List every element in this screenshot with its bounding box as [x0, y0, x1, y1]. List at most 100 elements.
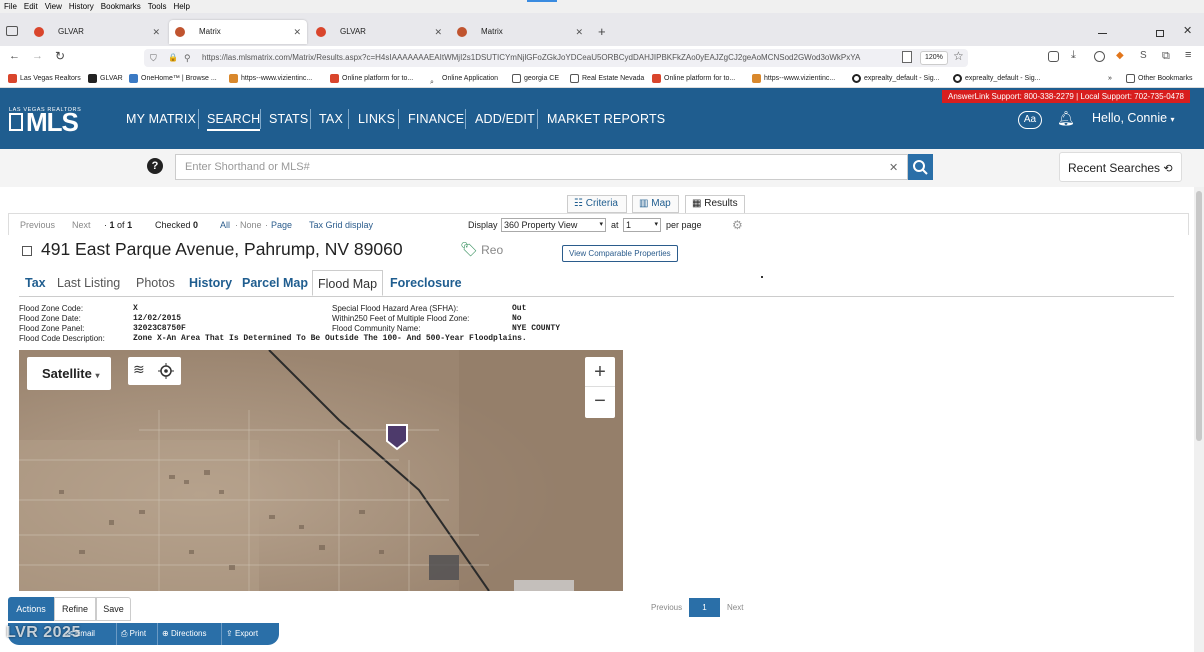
display-select[interactable]: 360 Property View ▾ [501, 218, 606, 232]
close-tab-icon[interactable]: ✕ [575, 20, 583, 44]
text-size-button[interactable]: Aa [1018, 111, 1042, 129]
close-tab-icon[interactable]: ✕ [434, 20, 442, 44]
menu-file[interactable]: File [4, 0, 17, 13]
tab-flood-map[interactable]: Flood Map [312, 270, 384, 296]
check-page-link[interactable]: Page [271, 214, 292, 236]
zoom-in-button[interactable]: + [585, 357, 615, 387]
property-marker-icon[interactable] [385, 423, 409, 451]
bottom-page-1[interactable]: 1 [689, 598, 720, 617]
directions-button[interactable]: ⊕ Directions [157, 623, 207, 645]
print-button[interactable]: ⎙ Print [116, 623, 146, 645]
listing-address[interactable]: 491 East Parque Avenue, Pahrump, NV 8906… [41, 239, 403, 260]
bookmark-star-icon[interactable]: ☆ [953, 49, 964, 63]
mls-logo[interactable]: MLS [26, 107, 79, 138]
search-input[interactable]: Enter Shorthand or MLS# [175, 154, 908, 180]
browser-tab-glvar-2[interactable]: GLVAR ✕ [310, 20, 448, 44]
account-icon[interactable] [1094, 51, 1105, 62]
actions-tab[interactable]: Actions [8, 597, 54, 621]
extensions-puzzle-icon[interactable]: ⧉ [1162, 50, 1170, 63]
next-link[interactable]: Next [72, 214, 91, 236]
bookmark-item[interactable]: Las Vegas Realtors [8, 70, 81, 88]
per-page-select[interactable]: 1 ▾ [623, 218, 661, 232]
bookmark-item[interactable]: Online platform for to... [330, 70, 413, 88]
nav-links[interactable]: LINKS [358, 109, 395, 129]
browser-tab-matrix-2[interactable]: Matrix ✕ [451, 20, 589, 44]
minimize-icon[interactable] [1098, 33, 1107, 34]
tab-foreclosure[interactable]: Foreclosure [385, 270, 467, 296]
bookmark-item[interactable]: exprealty_default - Sig... [852, 70, 940, 88]
bottom-previous-link[interactable]: Previous [651, 603, 682, 612]
new-tab-icon[interactable]: + [598, 24, 606, 39]
bookmark-item[interactable]: https--www.vizientinc... [229, 70, 312, 88]
nav-add-edit[interactable]: ADD/EDIT [475, 109, 535, 129]
nav-search[interactable]: SEARCH [207, 109, 261, 131]
restore-icon[interactable] [1156, 30, 1164, 37]
bookmark-item[interactable]: exprealty_default - Sig... [953, 70, 1041, 88]
page-scrollbar[interactable] [1194, 187, 1204, 652]
bookmark-folder[interactable]: georgia CE [512, 70, 559, 88]
nav-stats[interactable]: STATS [269, 109, 308, 129]
map-type-select[interactable]: Satellite ▾ [27, 357, 111, 390]
refine-tab[interactable]: Refine [54, 597, 96, 621]
tab-parcel-map[interactable]: Parcel Map [237, 270, 313, 296]
tab-photos[interactable]: Photos [131, 270, 180, 296]
reload-icon[interactable]: ↻ [55, 49, 65, 63]
user-menu[interactable]: Hello, Connie ▾ [1092, 111, 1175, 125]
notification-bell-icon[interactable]: 🔔︎ [1057, 110, 1075, 127]
bookmark-item[interactable]: OneHome™ | Browse ... [129, 70, 217, 88]
tab-list-icon[interactable] [6, 26, 18, 36]
browser-tab-glvar-1[interactable]: GLVAR ✕ [28, 20, 166, 44]
previous-link[interactable]: Previous [20, 214, 55, 236]
tab-history[interactable]: History [184, 270, 237, 296]
bottom-next-link[interactable]: Next [727, 603, 743, 612]
menu-history[interactable]: History [69, 0, 94, 13]
pocket-icon[interactable] [1048, 51, 1059, 62]
clear-search-icon[interactable]: ✕ [889, 161, 898, 174]
browser-tab-matrix-1[interactable]: Matrix ✕ [169, 20, 307, 44]
shield-icon[interactable]: ⛉ [150, 49, 157, 67]
download-icon[interactable]: ⤓ [1071, 49, 1076, 62]
close-tab-icon[interactable]: ✕ [152, 20, 160, 44]
tab-last-listing[interactable]: Last Listing [52, 270, 125, 296]
bookmark-folder[interactable]: Real Estate Nevada [570, 70, 644, 88]
results-view-button[interactable]: ▦ Results [685, 195, 745, 213]
tab-tax[interactable]: Tax [20, 270, 51, 296]
satellite-map[interactable]: Satellite ▾ ≋ + − [19, 350, 623, 591]
check-none-link[interactable]: None [240, 214, 262, 236]
close-tab-icon[interactable]: ✕ [293, 20, 301, 44]
nav-finance[interactable]: FINANCE [408, 109, 464, 129]
locate-icon[interactable] [158, 363, 174, 379]
nav-market-reports[interactable]: MARKET REPORTS [547, 109, 665, 129]
extension-s-icon[interactable]: S [1140, 50, 1147, 61]
export-button[interactable]: ⇪ Export [221, 623, 258, 645]
permissions-icon[interactable]: ⚲ [184, 49, 191, 67]
listing-checkbox[interactable] [22, 246, 32, 256]
close-window-icon[interactable]: ✕ [1183, 24, 1192, 37]
hamburger-menu-icon[interactable]: ≡ [1185, 49, 1191, 61]
metamask-icon[interactable]: ◆ [1116, 50, 1124, 61]
nav-tax[interactable]: TAX [319, 109, 343, 129]
scrollbar-thumb[interactable] [1196, 191, 1202, 441]
save-tab[interactable]: Save [96, 597, 131, 621]
view-comparable-button[interactable]: View Comparable Properties [562, 245, 678, 262]
back-icon[interactable]: ← [9, 50, 20, 62]
reader-view-icon[interactable] [902, 51, 912, 63]
check-all-link[interactable]: All [220, 214, 230, 236]
bookmarks-overflow-icon[interactable]: » [1108, 70, 1112, 88]
criteria-view-button[interactable]: ☷ Criteria [567, 195, 627, 213]
bookmark-item[interactable]: GLVAR [88, 70, 123, 88]
zoom-level[interactable]: 120% [920, 51, 948, 65]
menu-tools[interactable]: Tools [148, 0, 167, 13]
help-icon[interactable]: ? [147, 158, 163, 174]
bookmark-item[interactable]: https--www.vizientinc... [752, 70, 835, 88]
menu-help[interactable]: Help [173, 0, 189, 13]
forward-icon[interactable]: → [32, 50, 43, 62]
layers-icon[interactable]: ≋ [133, 361, 145, 378]
zoom-out-button[interactable]: − [585, 387, 615, 417]
search-button[interactable] [908, 154, 933, 180]
recent-searches-button[interactable]: Recent Searches ⟲ [1059, 152, 1182, 182]
other-bookmarks[interactable]: Other Bookmarks [1126, 70, 1192, 88]
map-view-button[interactable]: ▥ Map [632, 195, 679, 213]
url-bar[interactable]: ⛉ 🔒 ⚲ https://las.mlsmatrix.com/Matrix/R… [144, 49, 968, 67]
bookmark-item[interactable]: Online platform for to... [652, 70, 735, 88]
